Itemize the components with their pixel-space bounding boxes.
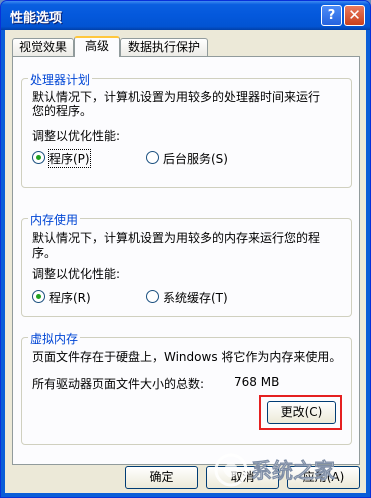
performance-options-window: 性能选项 ? ✕ 视觉效果 高级 数据执行保护 处理器计划 默认情况下，计算机设… — [0, 0, 371, 498]
virtual-memory-group: 虚拟内存 页面文件存在于硬盘上，Windows 将它作为内存来使用。 所有驱动器… — [21, 330, 352, 445]
processor-background-services-radio[interactable] — [146, 151, 159, 164]
ok-button[interactable]: 确定 — [125, 466, 198, 489]
close-button[interactable]: ✕ — [344, 5, 365, 26]
memory-desc-line2: 序。 — [32, 246, 57, 260]
memory-usage-group: 内存使用 默认情况下，计算机设置为用较多的内存来运行您的程 序。 调整以优化性能… — [21, 211, 352, 317]
memory-desc-line1: 默认情况下，计算机设置为用较多的内存来运行您的程 — [32, 231, 321, 245]
svg-text:系统之家: 系统之家 — [251, 459, 336, 483]
processor-scheduling-group: 处理器计划 默认情况下，计算机设置为用较多的处理器时间来运行 您的程序。 调整以… — [21, 71, 352, 188]
processor-scheduling-title: 处理器计划 — [28, 71, 93, 88]
radio-selected-dot — [36, 155, 41, 160]
watermark-logo: 系统之家 — [214, 453, 336, 487]
virtual-memory-desc: 页面文件存在于硬盘上，Windows 将它作为内存来使用。 — [32, 350, 342, 364]
paging-file-total-label: 所有驱动器页面文件大小的总数: — [32, 377, 205, 391]
memory-adjust-label: 调整以优化性能: — [32, 267, 121, 281]
tab-data-execution-prevention[interactable]: 数据执行保护 — [120, 38, 208, 56]
processor-desc-line2: 您的程序。 — [32, 104, 93, 118]
tab-advanced[interactable]: 高级 — [74, 36, 120, 57]
memory-system-cache-label[interactable]: 系统缓存(T) — [163, 289, 228, 306]
title-bar[interactable]: 性能选项 ? ✕ — [1, 1, 370, 30]
processor-background-services-label[interactable]: 后台服务(S) — [163, 150, 228, 167]
radio-selected-dot — [36, 294, 41, 299]
tab-visual-effects[interactable]: 视觉效果 — [12, 38, 74, 56]
processor-programs-label[interactable]: 程序(P) — [48, 149, 91, 168]
memory-programs-radio[interactable] — [32, 290, 45, 303]
dialog-client-area: 视觉效果 高级 数据执行保护 处理器计划 默认情况下，计算机设置为用较多的处理器… — [5, 30, 366, 493]
virtual-memory-title: 虚拟内存 — [28, 330, 81, 347]
memory-programs-label[interactable]: 程序(R) — [49, 289, 91, 306]
help-button[interactable]: ? — [321, 5, 342, 26]
processor-adjust-label: 调整以优化性能: — [32, 129, 121, 143]
paging-file-total-value: 768 MB — [234, 375, 280, 389]
advanced-tab-panel: 处理器计划 默认情况下，计算机设置为用较多的处理器时间来运行 您的程序。 调整以… — [12, 56, 360, 465]
window-title: 性能选项 — [10, 11, 63, 26]
change-virtual-memory-button[interactable]: 更改(C) — [267, 401, 336, 424]
memory-usage-title: 内存使用 — [28, 211, 81, 228]
processor-programs-radio[interactable] — [32, 151, 45, 164]
memory-system-cache-radio[interactable] — [146, 290, 159, 303]
